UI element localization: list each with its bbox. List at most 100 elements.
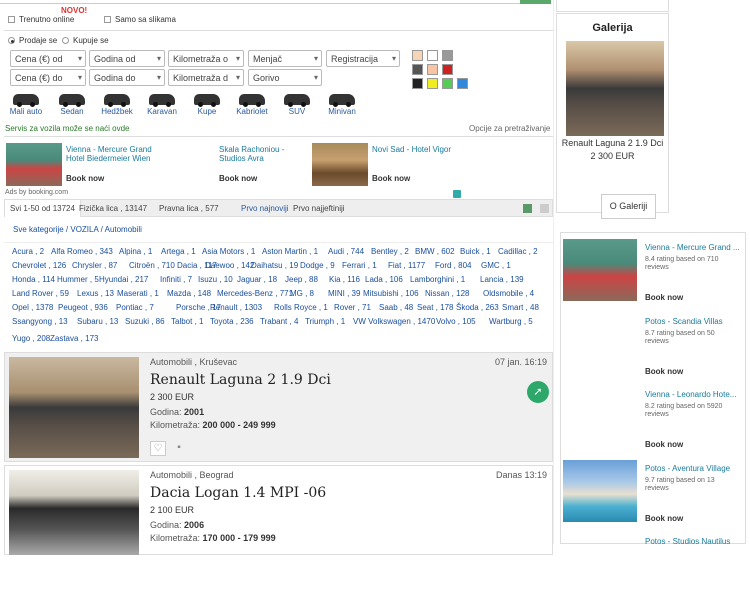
brand-link[interactable]: Chrysler , 87 xyxy=(72,261,117,270)
brand-link[interactable]: Mitsubishi , 106 xyxy=(363,289,419,298)
listing-photo[interactable] xyxy=(9,357,139,458)
prodaje-se-radio[interactable]: Prodaje se xyxy=(8,36,57,45)
listing-photo[interactable] xyxy=(9,470,139,555)
listing-title[interactable]: Dacia Logan 1.4 MPI -06 xyxy=(150,485,326,501)
brand-link[interactable]: Renault , 1303 xyxy=(210,303,262,312)
color-swatch[interactable] xyxy=(412,64,423,75)
list-view-icon[interactable] xyxy=(523,204,532,213)
brand-link[interactable]: Yugo , 208 xyxy=(12,334,50,343)
ad-book-button[interactable]: Book now xyxy=(219,174,257,183)
brand-link[interactable]: Alfa Romeo , 343 xyxy=(51,247,113,256)
brand-link[interactable]: Oldsmobile , 4 xyxy=(483,289,534,298)
brand-link[interactable]: Acura , 2 xyxy=(12,247,44,256)
brand-link[interactable]: Dodge , 9 xyxy=(300,261,335,270)
brand-link[interactable]: Škoda , 263 xyxy=(456,303,499,312)
brand-link[interactable]: Kia , 116 xyxy=(329,275,360,284)
hotel-image[interactable] xyxy=(563,460,637,522)
keyword-input[interactable] xyxy=(0,0,520,4)
brand-link[interactable]: Hyundai , 217 xyxy=(99,275,148,284)
servis-link[interactable]: Servis za vozila može se naći ovde xyxy=(5,124,130,133)
kupuje-se-radio[interactable]: Kupuje se xyxy=(62,36,109,45)
brand-link[interactable]: GMC , 1 xyxy=(481,261,511,270)
brand-link[interactable]: Chevrolet , 126 xyxy=(12,261,66,270)
color-swatch[interactable] xyxy=(427,50,438,61)
brand-link[interactable]: Alpina , 1 xyxy=(119,247,152,256)
ad-item[interactable]: Skala Rachoniou - Studios Avra Book now xyxy=(159,143,309,190)
hotel-name[interactable]: Potos - Studios Nautilus xyxy=(645,537,730,546)
ad-item[interactable]: Vienna - Mercure Grand Hotel Biedermeier… xyxy=(6,143,156,190)
hotel-ad[interactable]: Vienna - Mercure Grand ... 8.4 rating ba… xyxy=(563,235,745,307)
brand-link[interactable]: Cadillac , 2 xyxy=(498,247,538,256)
brand-link[interactable]: BMW , 602 xyxy=(415,247,455,256)
hotel-name[interactable]: Vienna - Leonardo Hote... xyxy=(645,390,736,399)
hotel-name[interactable]: Potos - Aventura Village xyxy=(645,464,730,473)
brand-link[interactable]: Ssangyong , 13 xyxy=(12,317,68,326)
brand-link[interactable]: Honda , 114 xyxy=(12,275,55,284)
brand-link[interactable]: Subaru , 13 xyxy=(77,317,118,326)
rocket-icon[interactable]: ➚ xyxy=(527,381,549,403)
listing-item[interactable]: Automobili , Kruševac 07 jan. 16:19 Rena… xyxy=(4,352,553,462)
brand-link[interactable]: Buick , 1 xyxy=(460,247,491,256)
brand-link[interactable]: Lancia , 139 xyxy=(480,275,524,284)
tab-svi[interactable]: Svi 1-50 od 13724 xyxy=(5,200,81,217)
brand-link[interactable]: Artega , 1 xyxy=(161,247,196,256)
color-swatch[interactable] xyxy=(427,64,438,75)
hotel-ad[interactable]: Potos - Scandia Villas 8.7 rating based … xyxy=(563,309,745,381)
brand-link[interactable]: Infiniti , 7 xyxy=(160,275,192,284)
cena-do-select[interactable]: Cena (€) do xyxy=(10,69,86,86)
color-swatch[interactable] xyxy=(412,50,423,61)
galerija-photo[interactable] xyxy=(566,41,664,136)
godina-do-select[interactable]: Godina do xyxy=(89,69,165,86)
brand-link[interactable]: Seat , 178 xyxy=(417,303,453,312)
color-swatch[interactable] xyxy=(442,78,453,89)
brand-link[interactable]: Lamborghini , 1 xyxy=(410,275,465,284)
brand-link[interactable]: Wartburg , 5 xyxy=(489,317,533,326)
brand-link[interactable]: MG , 8 xyxy=(290,289,314,298)
breadcrumb[interactable]: Sve kategorije / VOZILA / Automobili xyxy=(13,225,142,234)
brand-link[interactable]: Maserati , 1 xyxy=(117,289,159,298)
grid-view-icon[interactable] xyxy=(540,204,549,213)
vehicle-type-minivan[interactable]: Minivan xyxy=(316,94,368,116)
checkbox-icon[interactable] xyxy=(104,16,111,23)
brand-link[interactable]: Peugeot , 936 xyxy=(58,303,108,312)
brand-link[interactable]: Pontiac , 7 xyxy=(116,303,154,312)
sort-najnoviji[interactable]: Prvo najnoviji xyxy=(241,204,289,213)
color-swatch[interactable] xyxy=(457,78,468,89)
brand-link[interactable]: Jaguar , 18 xyxy=(237,275,277,284)
brand-link[interactable]: Ford , 804 xyxy=(435,261,471,270)
brand-link[interactable]: Talbot , 1 xyxy=(171,317,203,326)
brand-link[interactable]: Suzuki , 86 xyxy=(125,317,165,326)
brand-link[interactable]: Daewoo , 142 xyxy=(205,261,254,270)
trenutno-online-checkbox[interactable]: Trenutno online xyxy=(8,15,74,24)
listing-item[interactable]: Automobili , Beograd Danas 13:19 Dacia L… xyxy=(4,465,553,555)
hotel-book-button[interactable]: Book now xyxy=(645,293,683,302)
hotel-book-button[interactable]: Book now xyxy=(645,440,683,449)
tab-pravna-lica[interactable]: Pravna lica , 577 xyxy=(159,204,219,213)
radio-icon[interactable] xyxy=(8,37,15,44)
message-icon[interactable]: ▪ xyxy=(171,441,187,456)
brand-link[interactable]: Citroën , 710 xyxy=(129,261,175,270)
brand-link[interactable]: Opel , 1378 xyxy=(12,303,53,312)
search-button[interactable] xyxy=(520,0,551,4)
brand-link[interactable]: Triumph , 1 xyxy=(305,317,345,326)
brand-link[interactable]: Fiat , 1177 xyxy=(388,261,425,270)
brand-link[interactable]: Volvo , 105 xyxy=(436,317,476,326)
tab-fizicka-lica[interactable]: Fizička lica , 13147 xyxy=(79,204,147,213)
color-swatch[interactable] xyxy=(427,78,438,89)
brand-link[interactable]: Jeep , 88 xyxy=(285,275,318,284)
menjac-select[interactable]: Menjač xyxy=(248,50,322,67)
brand-link[interactable]: Toyota , 236 xyxy=(210,317,254,326)
brand-link[interactable]: Land Rover , 59 xyxy=(12,289,69,298)
brand-link[interactable]: Nissan , 128 xyxy=(425,289,469,298)
hotel-name[interactable]: Vienna - Mercure Grand ... xyxy=(645,243,740,252)
listing-title[interactable]: Renault Laguna 2 1.9 Dci xyxy=(150,372,331,388)
brand-link[interactable]: Rolls Royce , 1 xyxy=(274,303,328,312)
brand-link[interactable]: Smart , 48 xyxy=(502,303,539,312)
brand-link[interactable]: Mercedes-Benz , 771 xyxy=(217,289,293,298)
cena-od-select[interactable]: Cena (€) od xyxy=(10,50,86,67)
heart-icon[interactable]: ♡ xyxy=(150,441,166,456)
checkbox-icon[interactable] xyxy=(8,16,15,23)
color-swatch[interactable] xyxy=(412,78,423,89)
brand-link[interactable]: Isuzu , 10 xyxy=(198,275,233,284)
brand-link[interactable]: VW Volkswagen , 1470 xyxy=(353,317,435,326)
